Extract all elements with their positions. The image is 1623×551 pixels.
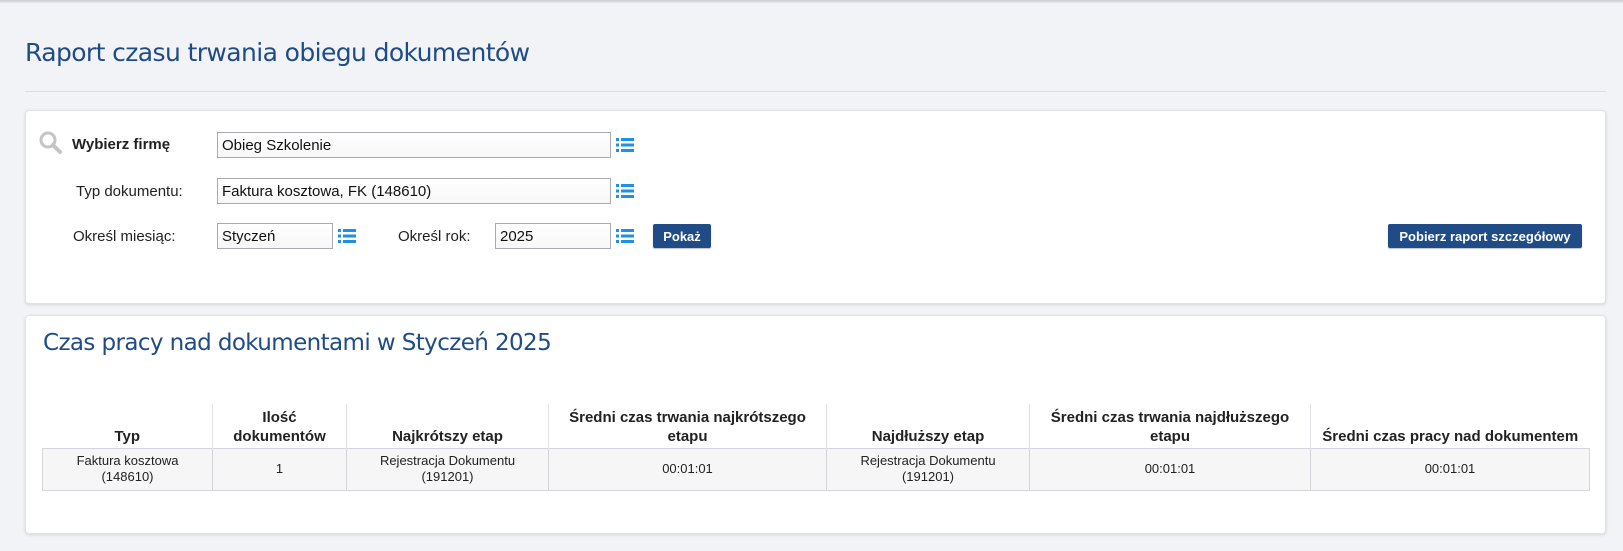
month-field[interactable] [217,223,333,249]
show-button[interactable]: Pokaż [653,224,711,248]
table-row: Faktura kosztowa (148610) 1 Rejestracja … [42,447,1590,491]
table-cell: 1 [212,447,347,491]
column-header: Najdłuższy etap [826,404,1030,448]
table-cell: 00:01:01 [1029,447,1311,491]
table-cell: Faktura kosztowa (148610) [42,447,213,491]
doc-type-label: Typ dokumentu: [76,183,183,200]
month-list-icon[interactable] [338,229,356,243]
column-header: Średni czas pracy nad dokumentem [1310,404,1590,448]
report-title-prefix: Czas pracy nad dokumentami w [43,330,396,356]
column-header: Najkrótszy etap [346,404,549,448]
column-header: Typ [114,427,141,445]
page-title: Raport czasu trwania obiegu dokumentów [25,38,530,67]
filter-panel: Wybierz firmę Typ dokumentu: Określ mies… [25,110,1606,304]
search-icon [39,131,62,154]
table-cell: Rejestracja Dokumentu (191201) [826,447,1030,491]
company-list-icon[interactable] [616,138,634,152]
report-table: Typ Ilość dokumentów Najkrótszy etap Śre… [42,404,1590,491]
report-title-month: Styczeń [401,330,489,356]
title-divider [25,91,1606,92]
table-cell: 00:01:01 [548,447,827,491]
download-detailed-report-button[interactable]: Pobierz raport szczegółowy [1388,224,1582,248]
column-header: Średni czas trwania najkrótszego etapu [548,404,827,448]
column-header: Średni czas trwania najdłuższego etapu [1029,404,1311,448]
table-cell: Rejestracja Dokumentu (191201) [346,447,549,491]
table-cell: 00:01:01 [1310,447,1590,491]
report-panel: Czas pracy nad dokumentami w Styczeń 202… [25,315,1606,534]
table-header-row: Typ Ilość dokumentów Najkrótszy etap Śre… [43,404,1590,448]
top-shadow-bar [0,0,1623,3]
month-label: Określ miesiąc: [73,228,176,245]
column-header: Ilość dokumentów [212,404,347,448]
doc-type-field[interactable] [217,178,611,204]
doc-type-list-icon[interactable] [616,184,634,198]
year-field[interactable] [495,223,611,249]
year-label: Określ rok: [398,228,471,245]
company-field[interactable] [217,132,611,158]
company-label: Wybierz firmę [72,136,171,153]
year-list-icon[interactable] [616,229,634,243]
report-title: Czas pracy nad dokumentami w Styczeń 202… [43,330,552,356]
report-title-year: 2025 [494,330,552,356]
